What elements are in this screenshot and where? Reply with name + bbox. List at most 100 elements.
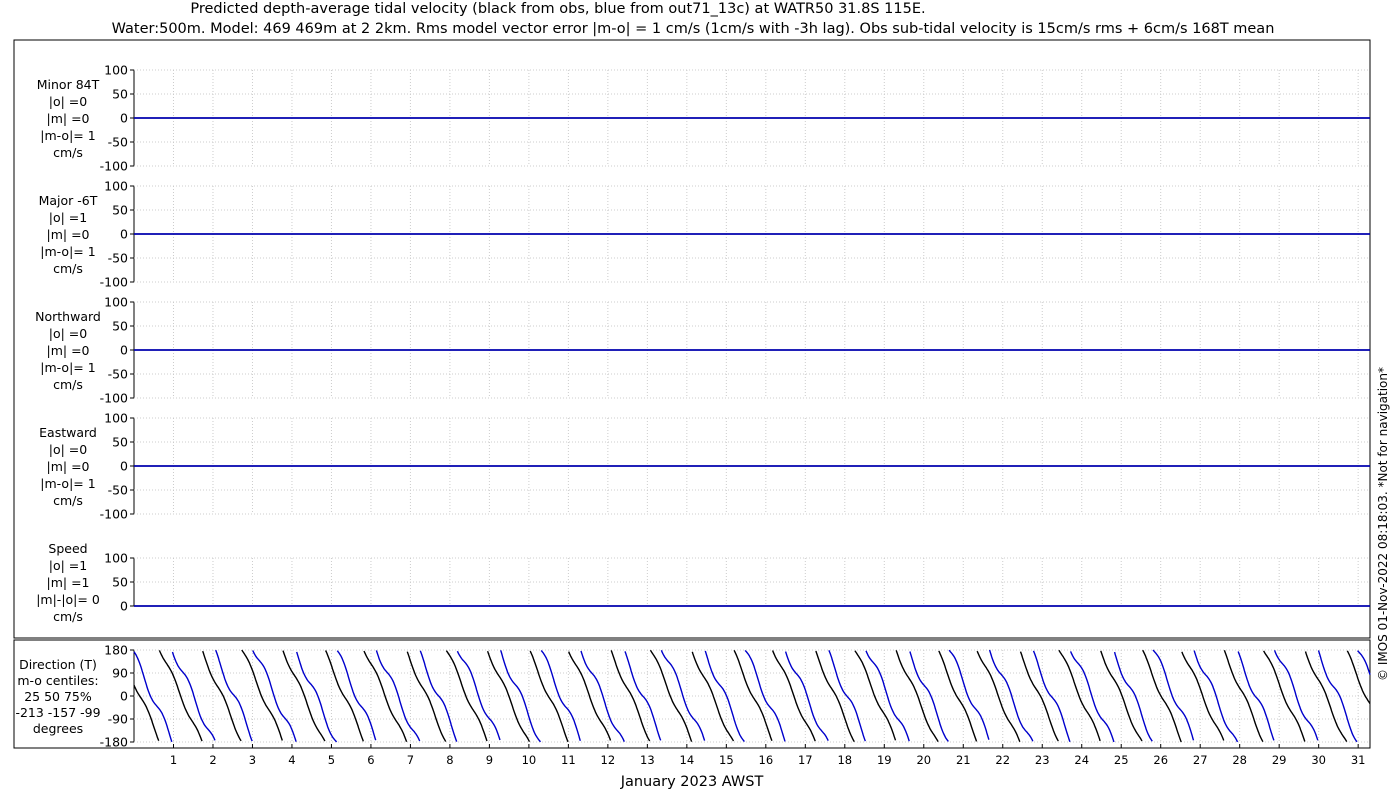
x-tick-label: 9 xyxy=(486,753,493,767)
title-line-1: Predicted depth-average tidal velocity (… xyxy=(190,1,925,17)
x-tick-label: 29 xyxy=(1272,753,1287,767)
direction-label-line: degrees xyxy=(33,721,83,736)
direction-obs-segment xyxy=(486,650,531,743)
direction-obs-segment xyxy=(133,684,160,741)
plot-area: 100500-50-100Minor 84T|o| =0|m| =0|m-o|=… xyxy=(13,39,1371,767)
major-label-line: Major -6T xyxy=(39,193,98,208)
panels.2-ytick-label: 0 xyxy=(120,343,128,358)
east-label-line: |o| =0 xyxy=(49,442,88,457)
panels.2-ytick-label: -100 xyxy=(100,391,128,406)
major-label-line: |o| =1 xyxy=(49,210,87,225)
speed-label-line: cm/s xyxy=(53,609,83,624)
panels.3-ytick-label: 50 xyxy=(112,435,128,450)
x-tick-label: 16 xyxy=(759,753,774,767)
direction-model-segment xyxy=(171,651,216,741)
x-tick-label: 25 xyxy=(1114,753,1129,767)
north-label-line: |m-o|= 1 xyxy=(40,360,95,375)
panels.0-ytick-label: -50 xyxy=(108,135,128,150)
direction-ytick-label: 0 xyxy=(120,689,128,704)
x-tick-label: 17 xyxy=(798,753,813,767)
panels.4-ytick-label: 50 xyxy=(112,575,128,590)
panels.2-ytick-label: 50 xyxy=(112,319,128,334)
x-tick-label: 5 xyxy=(328,753,335,767)
x-axis-label: January 2023 AWST xyxy=(620,774,764,790)
x-tick-label: 3 xyxy=(249,753,256,767)
direction-model-segment xyxy=(456,650,501,741)
speed-label-line: |m| =1 xyxy=(47,575,90,590)
speed-label-line: Speed xyxy=(48,541,87,556)
x-tick-label: 18 xyxy=(837,753,852,767)
direction-model-segment xyxy=(828,650,866,742)
direction-model-segment xyxy=(252,650,297,742)
x-tick-label: 26 xyxy=(1153,753,1168,767)
major-label-line: |m-o|= 1 xyxy=(40,244,95,259)
panels.1-ytick-label: 100 xyxy=(104,179,128,194)
panels.4-ytick-label: 100 xyxy=(104,551,128,566)
direction-model-segment xyxy=(660,649,706,741)
major-label-line: |m| =0 xyxy=(47,227,90,242)
x-tick-label: 13 xyxy=(640,753,655,767)
panels.1-ytick-label: 50 xyxy=(112,203,128,218)
x-tick-label: 31 xyxy=(1351,753,1366,767)
panels.3-ytick-label: 100 xyxy=(104,411,128,426)
north-label-line: cm/s xyxy=(53,377,83,392)
panels.3-ytick-label: 0 xyxy=(120,459,128,474)
panels.1-ytick-label: 0 xyxy=(120,227,128,242)
north-label-line: |m| =0 xyxy=(47,343,90,358)
x-tick-label: 4 xyxy=(288,753,295,767)
panels.0-ytick-label: 50 xyxy=(112,87,128,102)
x-tick-label: 19 xyxy=(877,753,892,767)
title-line-2: Water:500m. Model: 469 469m at 2 2km. Rm… xyxy=(112,21,1275,37)
x-tick-label: 24 xyxy=(1074,753,1089,767)
direction-ytick-label: -180 xyxy=(100,735,128,750)
east-label-line: Eastward xyxy=(39,425,97,440)
direction-ytick-label: 180 xyxy=(104,643,128,658)
x-tick-label: 12 xyxy=(601,753,616,767)
minor-label-line: |o| =0 xyxy=(49,94,88,109)
x-tick-label: 22 xyxy=(995,753,1010,767)
x-tick-label: 11 xyxy=(561,753,576,767)
minor-label-line: |m| =0 xyxy=(47,111,90,126)
direction-obs-segment xyxy=(158,650,203,742)
panels.2-ytick-label: 100 xyxy=(104,295,128,310)
x-tick-label: 14 xyxy=(680,753,695,767)
direction-model-segment xyxy=(1069,651,1115,743)
east-label-line: |m-o|= 1 xyxy=(40,476,95,491)
x-tick-label: 6 xyxy=(367,753,374,767)
x-tick-label: 20 xyxy=(916,753,931,767)
direction-obs-segment xyxy=(363,650,408,743)
x-tick-label: 7 xyxy=(407,753,414,767)
velocity-panels-frame xyxy=(13,39,1371,639)
east-label-line: |m| =0 xyxy=(47,459,90,474)
direction-label-line: Direction (T) xyxy=(19,657,97,672)
x-tick-label: 23 xyxy=(1035,753,1050,767)
direction-model-segment xyxy=(988,649,1034,742)
direction-obs-segment xyxy=(568,651,612,741)
x-tick-label: 2 xyxy=(209,753,216,767)
direction-obs-segment xyxy=(282,650,326,742)
panels.3-ytick-label: -100 xyxy=(100,507,128,522)
panels.2-ytick-label: -50 xyxy=(108,367,128,382)
direction-label-line: -213 -157 -99 xyxy=(15,705,100,720)
x-tick-label: 10 xyxy=(522,753,537,767)
direction-label-line: 25 50 75% xyxy=(24,689,92,704)
direction-obs-segment xyxy=(771,650,816,742)
x-tick-label: 8 xyxy=(446,753,453,767)
minor-label-line: |m-o|= 1 xyxy=(40,128,95,143)
panels.0-ytick-label: 0 xyxy=(120,111,128,126)
tidal-velocity-chart: Predicted depth-average tidal velocity (… xyxy=(13,1,1390,790)
east-label-line: cm/s xyxy=(53,493,83,508)
direction-model-segment xyxy=(1273,650,1319,741)
speed-label-line: |o| =1 xyxy=(49,558,87,573)
direction-label-line: m-o centiles: xyxy=(17,673,98,688)
major-label-line: cm/s xyxy=(53,261,83,276)
north-label-line: |o| =0 xyxy=(49,326,88,341)
panels.1-ytick-label: -50 xyxy=(108,251,128,266)
panels.4-ytick-label: 0 xyxy=(120,599,128,614)
speed-label-line: |m|-|o|= 0 xyxy=(36,592,100,607)
panels.0-ytick-label: 100 xyxy=(104,63,128,78)
x-tick-label: 21 xyxy=(956,753,971,767)
direction-ytick-label: -90 xyxy=(108,712,128,727)
x-tick-label: 1 xyxy=(170,753,177,767)
direction-obs-segment xyxy=(610,650,651,742)
